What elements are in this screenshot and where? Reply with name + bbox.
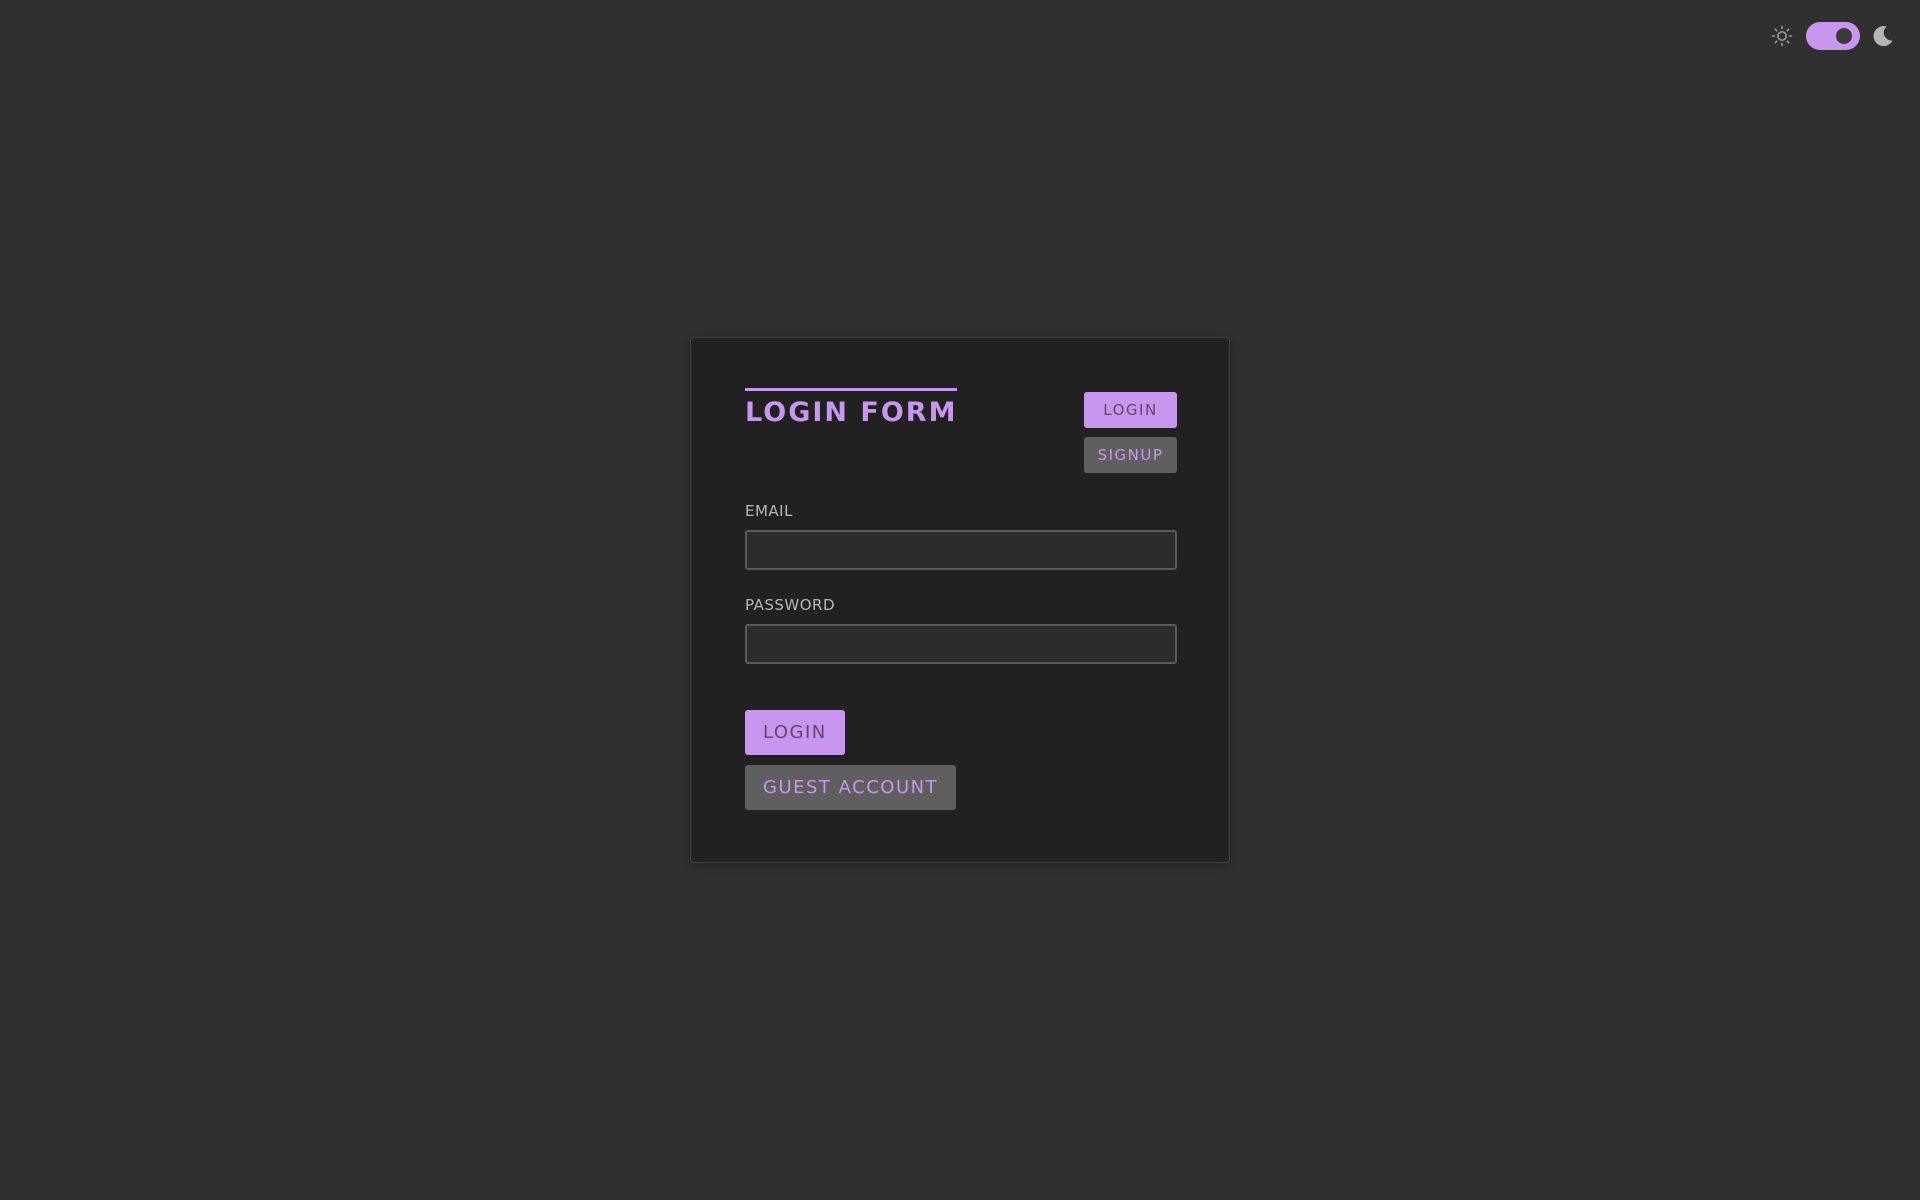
theme-switch <box>1770 20 1896 52</box>
login-button[interactable]: LOGIN <box>745 710 845 755</box>
login-card: LOGIN FORM LOGIN SIGNUP EMAIL PASSWORD L… <box>690 337 1230 863</box>
email-label: EMAIL <box>745 502 793 520</box>
signup-mode-button[interactable]: SIGNUP <box>1084 437 1177 473</box>
guest-account-button[interactable]: GUEST ACCOUNT <box>745 765 957 810</box>
mode-switch: LOGIN SIGNUP <box>1084 392 1177 482</box>
password-group: PASSWORD <box>745 596 1177 664</box>
email-group: EMAIL <box>745 502 1177 570</box>
email-field[interactable] <box>745 530 1177 570</box>
toggle-knob <box>1836 28 1852 44</box>
form-title: LOGIN FORM <box>745 388 958 431</box>
moon-icon[interactable] <box>1870 23 1896 49</box>
password-label: PASSWORD <box>745 596 836 614</box>
sun-icon[interactable] <box>1770 24 1794 48</box>
dark-mode-toggle[interactable] <box>1806 22 1860 50</box>
password-field[interactable] <box>745 624 1177 664</box>
card-header: LOGIN FORM LOGIN SIGNUP <box>745 388 1177 473</box>
login-mode-button[interactable]: LOGIN <box>1084 392 1177 428</box>
form-actions: LOGIN GUEST ACCOUNT <box>745 710 957 820</box>
